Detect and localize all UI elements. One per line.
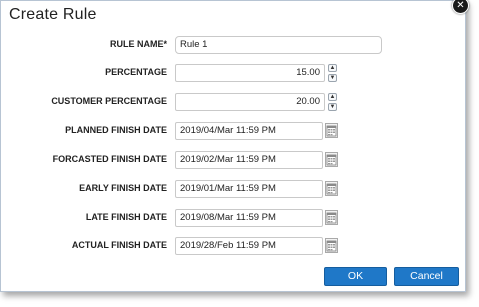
late-finish-date-label: LATE FINISH DATE [85, 212, 167, 222]
calendar-icon[interactable] [325, 181, 338, 196]
calendar-icon[interactable] [325, 123, 338, 138]
late-finish-date-row: LATE FINISH DATE 2019/08/Mar 11:59 PM [1, 209, 467, 229]
planned-finish-date-label: PLANNED FINISH DATE [65, 125, 167, 135]
actual-finish-date-input[interactable]: 2019/28/Feb 11:59 PM [175, 237, 323, 255]
early-finish-date-input[interactable]: 2019/01/Mar 11:59 PM [175, 180, 323, 198]
customer-percentage-stepper: ▲ ▼ [327, 93, 338, 111]
cancel-button[interactable]: Cancel [394, 267, 459, 286]
planned-finish-date-input[interactable]: 2019/04/Mar 11:59 PM [175, 122, 323, 140]
percentage-row: PERCENTAGE 15.00 ▲ ▼ [1, 64, 467, 84]
early-finish-date-row: EARLY FINISH DATE 2019/01/Mar 11:59 PM [1, 180, 467, 200]
chevron-down-icon[interactable]: ▼ [328, 74, 337, 82]
rule-name-input[interactable]: Rule 1 [175, 36, 382, 54]
ok-button[interactable]: OK [324, 267, 387, 286]
actual-finish-date-label: ACTUAL FINISH DATE [71, 240, 167, 250]
forcasted-finish-date-input[interactable]: 2019/02/Mar 11:59 PM [175, 151, 323, 169]
create-rule-dialog: Create Rule RULE NAME* Rule 1 PERCENTAGE… [0, 0, 466, 292]
calendar-icon[interactable] [325, 238, 338, 253]
customer-percentage-row: CUSTOMER PERCENTAGE 20.00 ▲ ▼ [1, 93, 467, 113]
forcasted-finish-date-label: FORCASTED FINISH DATE [52, 154, 167, 164]
calendar-icon[interactable] [325, 152, 338, 167]
customer-percentage-input[interactable]: 20.00 [175, 93, 325, 111]
calendar-icon[interactable] [325, 210, 338, 225]
rule-name-label: RULE NAME* [109, 39, 167, 49]
percentage-input[interactable]: 15.00 [175, 64, 325, 82]
early-finish-date-label: EARLY FINISH DATE [79, 183, 167, 193]
chevron-up-icon[interactable]: ▲ [328, 64, 337, 72]
forcasted-finish-date-row: FORCASTED FINISH DATE 2019/02/Mar 11:59 … [1, 151, 467, 171]
customer-percentage-label: CUSTOMER PERCENTAGE [51, 96, 167, 106]
percentage-label: PERCENTAGE [105, 67, 167, 77]
dialog-title: Create Rule [9, 6, 97, 23]
chevron-down-icon[interactable]: ▼ [328, 103, 337, 111]
planned-finish-date-row: PLANNED FINISH DATE 2019/04/Mar 11:59 PM [1, 122, 467, 142]
rule-name-row: RULE NAME* Rule 1 [1, 36, 467, 56]
percentage-stepper: ▲ ▼ [327, 64, 338, 82]
late-finish-date-input[interactable]: 2019/08/Mar 11:59 PM [175, 209, 323, 227]
actual-finish-date-row: ACTUAL FINISH DATE 2019/28/Feb 11:59 PM [1, 237, 467, 257]
chevron-up-icon[interactable]: ▲ [328, 93, 337, 101]
close-icon[interactable]: ✕ [452, 0, 469, 14]
